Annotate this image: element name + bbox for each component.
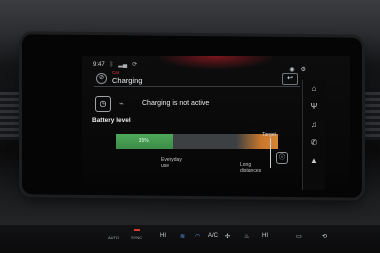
page-title: Charging	[112, 76, 143, 85]
long-distances-label: Long distances	[240, 162, 261, 174]
battery-percent: 35%	[138, 138, 149, 144]
recirculation-icon[interactable]: ⟲	[322, 233, 327, 240]
ac-button[interactable]: A/C	[208, 233, 218, 239]
status-bar: 9:47 ᛒ ▂▄ ⟳	[93, 61, 138, 69]
temp-right-hi[interactable]: HI	[262, 233, 268, 239]
long-line2: distances	[240, 168, 262, 174]
everyday-use-label: Everyday use	[161, 157, 182, 169]
sync-button[interactable]: SYNC	[131, 235, 142, 240]
info-button[interactable]: ⓘ	[276, 152, 288, 164]
top-right-icons: ◉ ⚙	[289, 66, 306, 73]
right-air-vent	[360, 92, 380, 140]
phone-icon[interactable]: ✆	[303, 134, 325, 152]
navigation-icon[interactable]: ▲	[303, 152, 325, 170]
bluetooth-icon: ᛒ	[109, 61, 114, 68]
battery-level-label: Battery level	[92, 117, 131, 124]
signal-icon: ▂▄	[118, 62, 128, 68]
settings-icon: ⚙	[300, 67, 306, 73]
charging-status: Charging is not active	[142, 100, 210, 107]
rear-defrost-icon[interactable]: ▭	[296, 233, 302, 240]
everyday-line2: use	[161, 163, 170, 169]
header-divider	[94, 86, 300, 87]
temp-left-hi[interactable]: HI	[160, 233, 166, 239]
home-icon[interactable]: ⌂	[303, 80, 325, 98]
music-icon[interactable]: ♫	[303, 116, 325, 134]
charge-timer-button[interactable]: ◷	[95, 96, 111, 112]
back-button[interactable]: ↩	[282, 73, 298, 85]
camera-icon: ◉	[289, 67, 295, 73]
auto-button[interactable]: AUTO	[108, 235, 119, 240]
car-settings-icon[interactable]: ⊘	[96, 73, 107, 84]
antenna-icon[interactable]: Ψ	[303, 98, 325, 116]
battery-level-bar[interactable]: 35%	[116, 134, 278, 149]
clock: 9:47	[93, 61, 105, 68]
sync-indicator-led	[134, 229, 140, 231]
left-air-vent	[0, 92, 20, 140]
connectivity-icon: ⟳	[132, 62, 138, 68]
defrost-icon[interactable]: ◠	[195, 233, 200, 240]
seat-heat-icon[interactable]: ≋	[180, 233, 185, 240]
target-label: Target	[262, 132, 276, 138]
fan-icon[interactable]: ✣	[225, 233, 230, 240]
breadcrumb-car: Car	[112, 70, 120, 75]
plug-icon: ⌁	[119, 99, 124, 108]
right-shortcut-bar: ⌂ Ψ ♫ ✆ ▲	[302, 80, 325, 190]
target-marker[interactable]	[270, 138, 271, 168]
seat-icon[interactable]: ♨	[244, 233, 249, 240]
red-ambient-glow	[156, 56, 276, 70]
